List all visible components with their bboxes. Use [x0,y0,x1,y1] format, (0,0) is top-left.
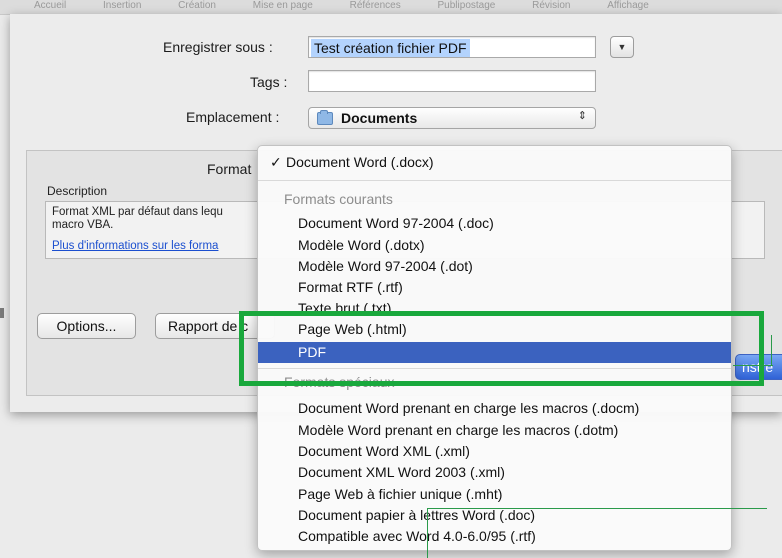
annotation-highlight-box [239,311,764,386]
folder-icon [317,110,333,125]
annotation-line [771,335,772,365]
location-select[interactable]: Documents ⇕ [308,107,596,129]
annotation-line [733,365,773,366]
description-title: Description [47,184,108,198]
menu-item-label: Page Web à fichier unique (.mht) [298,486,503,502]
menu-item-dot[interactable]: Modèle Word 97-2004 (.dot) [258,256,731,277]
menu-item-label: Compatible avec Word 4.0-6.0/95 (.rtf) [298,528,536,544]
save-as-value: Test création fichier PDF [311,39,470,57]
menu-item-word-xml[interactable]: Document Word XML (.xml) [258,441,731,462]
location-value: Documents [341,110,418,126]
annotation-line [427,508,428,558]
menu-item-label: Modèle Word prenant en charge les macros… [298,422,619,438]
menu-item-label: Modèle Word 97-2004 (.dot) [298,258,473,274]
menu-item-label: Document Word (.docx) [286,154,434,170]
up-down-arrows-icon: ⇕ [577,110,587,122]
description-line-1: Format XML par défaut dans lequ [52,206,223,218]
menu-item-label: Document Word XML (.xml) [298,443,470,459]
checkmark-icon: ✓ [270,154,282,170]
menu-item-word95-rtf[interactable]: Compatible avec Word 4.0-6.0/95 (.rtf) [258,526,731,547]
bg-tab: Révision [532,0,571,11]
background-fragment [0,308,4,318]
menu-item-dotm[interactable]: Modèle Word prenant en charge les macros… [258,420,731,441]
menu-item-label: Document Word 97-2004 (.doc) [298,215,494,231]
description-text: Format XML par défaut dans lequ macro VB… [52,206,277,232]
bg-tab: Accueil [34,0,67,11]
menu-separator [258,180,731,181]
chevron-down-icon: ▼ [617,42,627,52]
save-as-input[interactable]: Test création fichier PDF [308,36,596,58]
save-as-label: Enregistrer sous : [163,39,273,55]
options-button[interactable]: Options... [37,313,136,339]
menu-item-rtf[interactable]: Format RTF (.rtf) [258,277,731,298]
bg-tab: Publipostage [437,0,496,11]
background-ribbon-tabs: Accueil Insertion Création Mise en page … [0,0,782,15]
bg-tab: Création [178,0,216,11]
menu-item-label: Document Word prenant en charge les macr… [298,400,640,416]
menu-item-label: Format RTF (.rtf) [298,279,403,295]
format-label: Format [207,161,252,177]
menu-item-doc[interactable]: Document Word 97-2004 (.doc) [258,213,731,234]
group-title-common: Formats courants [284,191,393,207]
annotation-line [427,508,767,509]
menu-item-docx[interactable]: ✓ Document Word (.docx) [258,152,731,173]
menu-item-label: Modèle Word (.dotx) [298,237,425,253]
bg-tab: Références [349,0,401,11]
menu-item-label: Document XML Word 2003 (.xml) [298,464,505,480]
expand-dialog-button[interactable]: ▼ [610,36,634,58]
tags-input[interactable] [308,70,596,92]
bg-tab: Mise en page [252,0,313,11]
tags-label: Tags : [250,74,288,90]
bg-tab: Insertion [103,0,142,11]
menu-item-mht[interactable]: Page Web à fichier unique (.mht) [258,484,731,505]
description-line-2: macro VBA. [52,219,114,231]
menu-item-dotx[interactable]: Modèle Word (.dotx) [258,235,731,256]
menu-item-word-2003-xml[interactable]: Document XML Word 2003 (.xml) [258,462,731,483]
more-info-link[interactable]: Plus d'informations sur les forma [52,240,218,252]
menu-item-docm[interactable]: Document Word prenant en charge les macr… [258,398,731,419]
location-label: Emplacement : [186,109,280,125]
bg-tab: Affichage [607,0,649,11]
